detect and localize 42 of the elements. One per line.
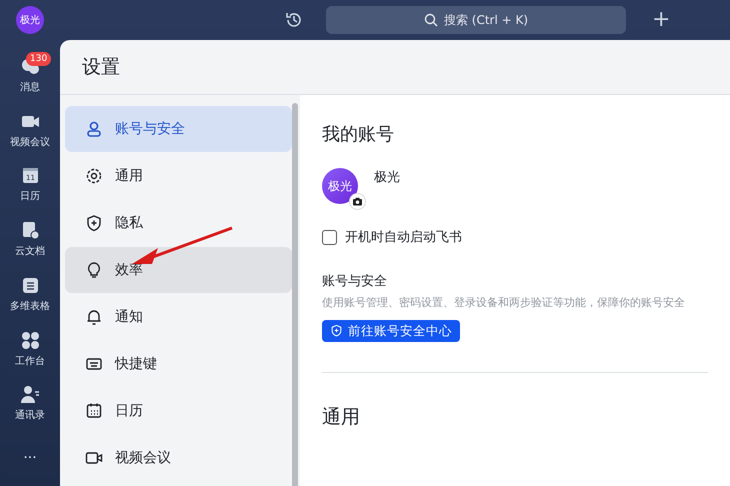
subsection-title: 账号与安全: [322, 272, 388, 290]
calendar-icon: [85, 402, 103, 420]
gear-icon: [85, 167, 103, 185]
user-avatar[interactable]: 极光: [16, 6, 44, 34]
contacts-icon: [20, 384, 40, 406]
shield-icon: [330, 324, 343, 338]
settings-menu-item[interactable]: 日历: [65, 388, 292, 434]
camera-icon[interactable]: [349, 193, 366, 210]
grid-icon: [20, 330, 40, 351]
settings-menu-item[interactable]: 隐私: [65, 200, 292, 246]
rail-item[interactable]: 云文档: [0, 212, 60, 267]
description-text: 使用账号管理、密码设置、登录设备和两步验证等功能，保障你的账号安全: [322, 295, 686, 311]
security-center-button[interactable]: 前往账号安全中心: [322, 320, 460, 342]
shield-icon: [85, 214, 103, 232]
section-heading: 通用: [322, 405, 361, 430]
settings-menu-item[interactable]: 通用: [65, 153, 292, 199]
settings-menu-item[interactable]: 视频会议: [65, 435, 292, 481]
settings-title: 设置: [82, 54, 120, 80]
lightbulb-icon: [85, 261, 103, 279]
person-icon: [85, 120, 103, 138]
settings-menu-item[interactable]: 通知: [65, 294, 292, 340]
profile-avatar[interactable]: 极光: [322, 168, 358, 204]
checkbox[interactable]: [322, 230, 337, 246]
user-name: 极光: [374, 169, 400, 187]
rail-item[interactable]: 消息 130: [0, 48, 60, 103]
search-icon: [424, 13, 438, 27]
settings-menu-item[interactable]: 快捷键: [65, 341, 292, 387]
bell-icon: [85, 308, 103, 326]
rail-item[interactable]: 视频会议: [0, 102, 60, 158]
settings-menu-item[interactable]: 效率: [65, 247, 292, 293]
rail-item[interactable]: 通讯录: [0, 376, 60, 432]
unread-badge: 130: [26, 52, 52, 66]
rail-item[interactable]: 工作台: [0, 322, 60, 376]
rail-item[interactable]: ···: [0, 431, 60, 486]
add-button[interactable]: +: [646, 8, 676, 32]
scrollbar[interactable]: [292, 103, 298, 486]
section-heading: 我的账号: [322, 123, 395, 147]
history-icon[interactable]: [284, 10, 304, 30]
search-field[interactable]: 搜索 (Ctrl + K): [326, 6, 626, 34]
checkbox-label: 开机时自动启动飞书: [345, 229, 462, 247]
settings-menu-item[interactable]: 账号与安全: [65, 106, 292, 152]
rail-item[interactable]: 多维表格: [0, 267, 60, 322]
